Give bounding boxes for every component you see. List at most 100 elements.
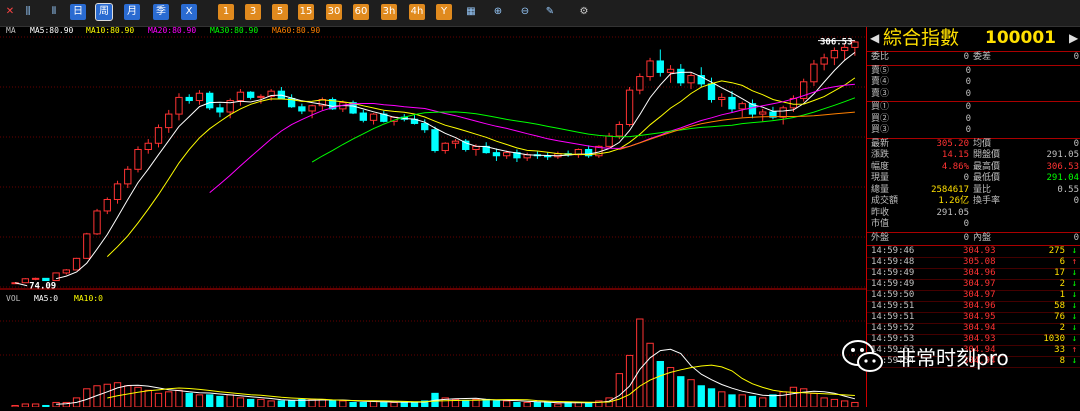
tick-volume: 76 [1054,312,1065,322]
volume-bar [738,394,746,408]
period-button-day[interactable]: 日 [70,4,86,20]
volume-bar [840,400,849,408]
volume-bar [707,388,716,408]
arrow-down-icon: ↓ [1071,334,1077,344]
volume-bar [687,379,695,408]
tick-time: 14:59:50 [871,290,915,300]
high-price-label: 306.53 [820,38,853,48]
tick-price: 304.97 [963,290,996,300]
order-stat-row-value2: 0 [1073,52,1079,62]
vol-ma5-legend: MA5:0 [34,294,58,303]
arrow-down-icon: ↓ [1071,312,1077,322]
candle-body [42,277,50,282]
volume-bar [287,400,296,408]
gear-icon[interactable]: ⚙ [576,4,592,20]
zoom-out-icon[interactable]: ⊖ [517,4,533,20]
candlestick-icon[interactable]: ⫼ [20,4,36,20]
minute-button-60[interactable]: 60 [353,4,369,20]
quote-stat-row: 現量 0 最低價 291.04 [867,173,1080,185]
period-button-x[interactable]: X [181,4,197,20]
quote-stat-row: 最新 305.20 均價 0 [867,139,1080,151]
tick-time: 14:59:49 [871,279,915,289]
tick-price: 304.97 [963,279,996,289]
quote-stat-row-value: 305.20 [936,138,969,149]
volume-bar [226,394,234,408]
candle-body [124,168,132,185]
quote-stat-row-label: 昨收 [871,207,890,218]
kline-chart[interactable]: MA MA5:80.90 MA10:80.90 MA20:80.90 MA30:… [0,26,866,408]
volume-bar [390,401,398,408]
candle-body [615,124,624,137]
minute-button-30[interactable]: 30 [326,4,342,20]
tick-volume: 17 [1054,268,1065,278]
arrow-down-icon: ↓ [1071,323,1077,333]
quote-stat-row-value2: 291.04 [1046,173,1079,183]
quote-stat-row-value: 0 [963,173,969,183]
quote-stat-row-value: 4.86% [941,161,969,172]
candle-body [359,112,367,121]
arrow-down-icon: ↓ [1071,246,1077,256]
candle-body [830,50,839,59]
minute-button-3[interactable]: 3 [245,4,261,20]
year-button[interactable]: Y [436,4,452,20]
volume-bar [236,397,245,408]
candle-body [666,68,675,73]
quote-stat-row-value: 14.15 [941,150,969,160]
volume-bar [492,400,501,408]
tick-price: 305.08 [963,257,996,267]
zoom-in-icon[interactable]: ⊕ [490,4,506,20]
quote-stat-row: 昨收 291.05 [867,208,1080,220]
volume-bar [400,401,408,408]
minute-button-5[interactable]: 5 [272,4,288,20]
arrow-down-icon: ↓ [1071,268,1077,278]
ma60-legend: MA60:80.90 [272,27,320,35]
arrow-up-icon: ↑ [1071,257,1077,267]
indicator-icon[interactable]: ▦ [463,4,479,20]
close-icon[interactable]: ✕ [2,4,18,20]
volume-bar [851,401,859,408]
bar-chart-icon[interactable]: ⫴ [46,4,62,20]
hour-button-3h[interactable]: 3h [381,4,397,20]
period-button-season[interactable]: 季 [153,4,169,20]
tick-volume: 2 [1059,279,1065,289]
buy-level-row: 買③ 0 [867,125,1080,137]
quote-stat-row: 總量 2584617 量比 0.55 [867,185,1080,197]
tick-time: 14:59:52 [871,323,915,333]
volume-bar [257,398,265,408]
candle-body [72,257,81,271]
quote-stat-row-label: 成交額 [871,196,899,206]
volume-bar [380,401,388,408]
volume-bar [267,400,275,408]
tick-volume: 2 [1059,323,1065,333]
quote-stat-row-label: 漲跌 [871,150,890,160]
period-button-month[interactable]: 月 [124,4,140,20]
tick-price: 304.96 [963,301,996,311]
sell-level-row: 賣③ 0 [867,89,1080,101]
next-arrow-icon[interactable]: ▶ [1069,27,1078,49]
sell-level-row-value: 0 [965,65,971,76]
quote-stat-row-label: 總量 [871,184,890,195]
candle-body [369,113,378,121]
period-button-week[interactable]: 周 [95,3,113,21]
tick-volume: 6 [1059,257,1065,267]
minute-button-15[interactable]: 15 [298,4,314,20]
draw-tool-icon[interactable]: ✎ [542,4,558,20]
volume-bar [718,391,726,408]
sell-level-row-label: 賣④ [871,77,890,87]
quote-stat-row-label2: 最高價 [973,161,1001,172]
tick-time: 14:59:51 [871,301,915,311]
volume-bar [523,401,531,408]
prev-arrow-icon[interactable]: ◀ [870,27,879,49]
kline-chart-area[interactable]: MA MA5:80.90 MA10:80.90 MA20:80.90 MA30:… [0,26,866,408]
candle-body [759,111,767,115]
outer-inner-row: 外盤 0 內盤 0 [867,233,1080,245]
order-stat-row: 委比 0 委差 0 [867,52,1080,64]
candle-body [31,277,40,280]
volume-bar [195,394,204,408]
candle-body [308,105,316,112]
candle-body [677,68,685,84]
candle-body [195,92,204,102]
minute-button-1[interactable]: 1 [218,4,234,20]
hour-button-4h[interactable]: 4h [409,4,425,20]
volume-bar [830,398,839,408]
